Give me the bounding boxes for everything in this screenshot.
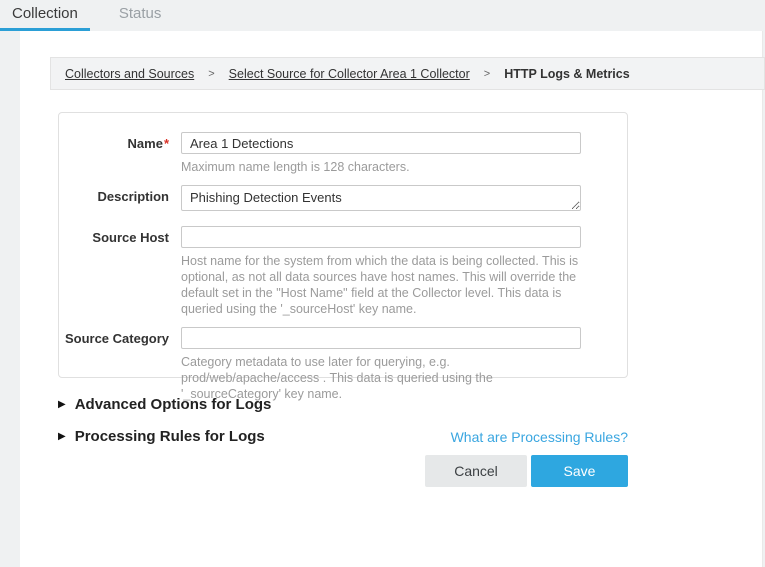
breadcrumb-separator-icon: > xyxy=(208,68,214,80)
tab-status[interactable]: Status xyxy=(107,0,174,31)
source-host-input[interactable] xyxy=(181,226,581,248)
form-row-name: Name* Maximum name length is 128 charact… xyxy=(59,132,627,175)
advanced-options-label: Advanced Options for Logs xyxy=(75,396,272,413)
source-host-label: Source Host xyxy=(59,226,169,317)
name-help-text: Maximum name length is 128 characters. xyxy=(181,159,579,175)
name-label-text: Name xyxy=(128,136,163,151)
description-label: Description xyxy=(59,185,169,216)
source-category-label: Source Category xyxy=(59,327,169,402)
breadcrumb-separator-icon: > xyxy=(484,68,490,80)
breadcrumb: Collectors and Sources > Select Source f… xyxy=(50,57,765,90)
expand-triangle-icon: ▶ xyxy=(58,432,66,442)
tab-bar: Collection Status xyxy=(0,0,173,31)
form-actions: Cancel Save xyxy=(425,455,628,487)
expand-triangle-icon: ▶ xyxy=(58,400,66,410)
source-config-form: Name* Maximum name length is 128 charact… xyxy=(58,112,628,378)
breadcrumb-link-select-source[interactable]: Select Source for Collector Area 1 Colle… xyxy=(229,67,470,81)
processing-rules-section-toggle[interactable]: ▶ Processing Rules for Logs xyxy=(58,428,265,445)
save-button[interactable]: Save xyxy=(531,455,628,487)
form-row-source-category: Source Category Category metadata to use… xyxy=(59,327,627,402)
name-label: Name* xyxy=(59,132,169,175)
description-textarea[interactable]: Phishing Detection Events xyxy=(181,185,581,211)
form-row-description: Description Phishing Detection Events xyxy=(59,185,627,216)
processing-rules-section: ▶ Processing Rules for Logs What are Pro… xyxy=(58,428,628,445)
source-category-input[interactable] xyxy=(181,327,581,349)
tab-collection[interactable]: Collection xyxy=(0,0,90,31)
name-input[interactable] xyxy=(181,132,581,154)
source-host-help-text: Host name for the system from which the … xyxy=(181,253,579,317)
tab-collection-label: Collection xyxy=(12,5,78,22)
advanced-options-section-toggle[interactable]: ▶ Advanced Options for Logs xyxy=(58,396,271,413)
form-row-source-host: Source Host Host name for the system fro… xyxy=(59,226,627,317)
cancel-button[interactable]: Cancel xyxy=(425,455,527,487)
source-category-help-text: Category metadata to use later for query… xyxy=(181,354,579,402)
required-asterisk: * xyxy=(164,136,169,151)
what-are-processing-rules-link[interactable]: What are Processing Rules? xyxy=(451,429,628,445)
tab-status-label: Status xyxy=(119,5,162,22)
breadcrumb-current: HTTP Logs & Metrics xyxy=(504,67,629,81)
breadcrumb-link-collectors-and-sources[interactable]: Collectors and Sources xyxy=(65,67,194,81)
processing-rules-label: Processing Rules for Logs xyxy=(75,428,265,445)
